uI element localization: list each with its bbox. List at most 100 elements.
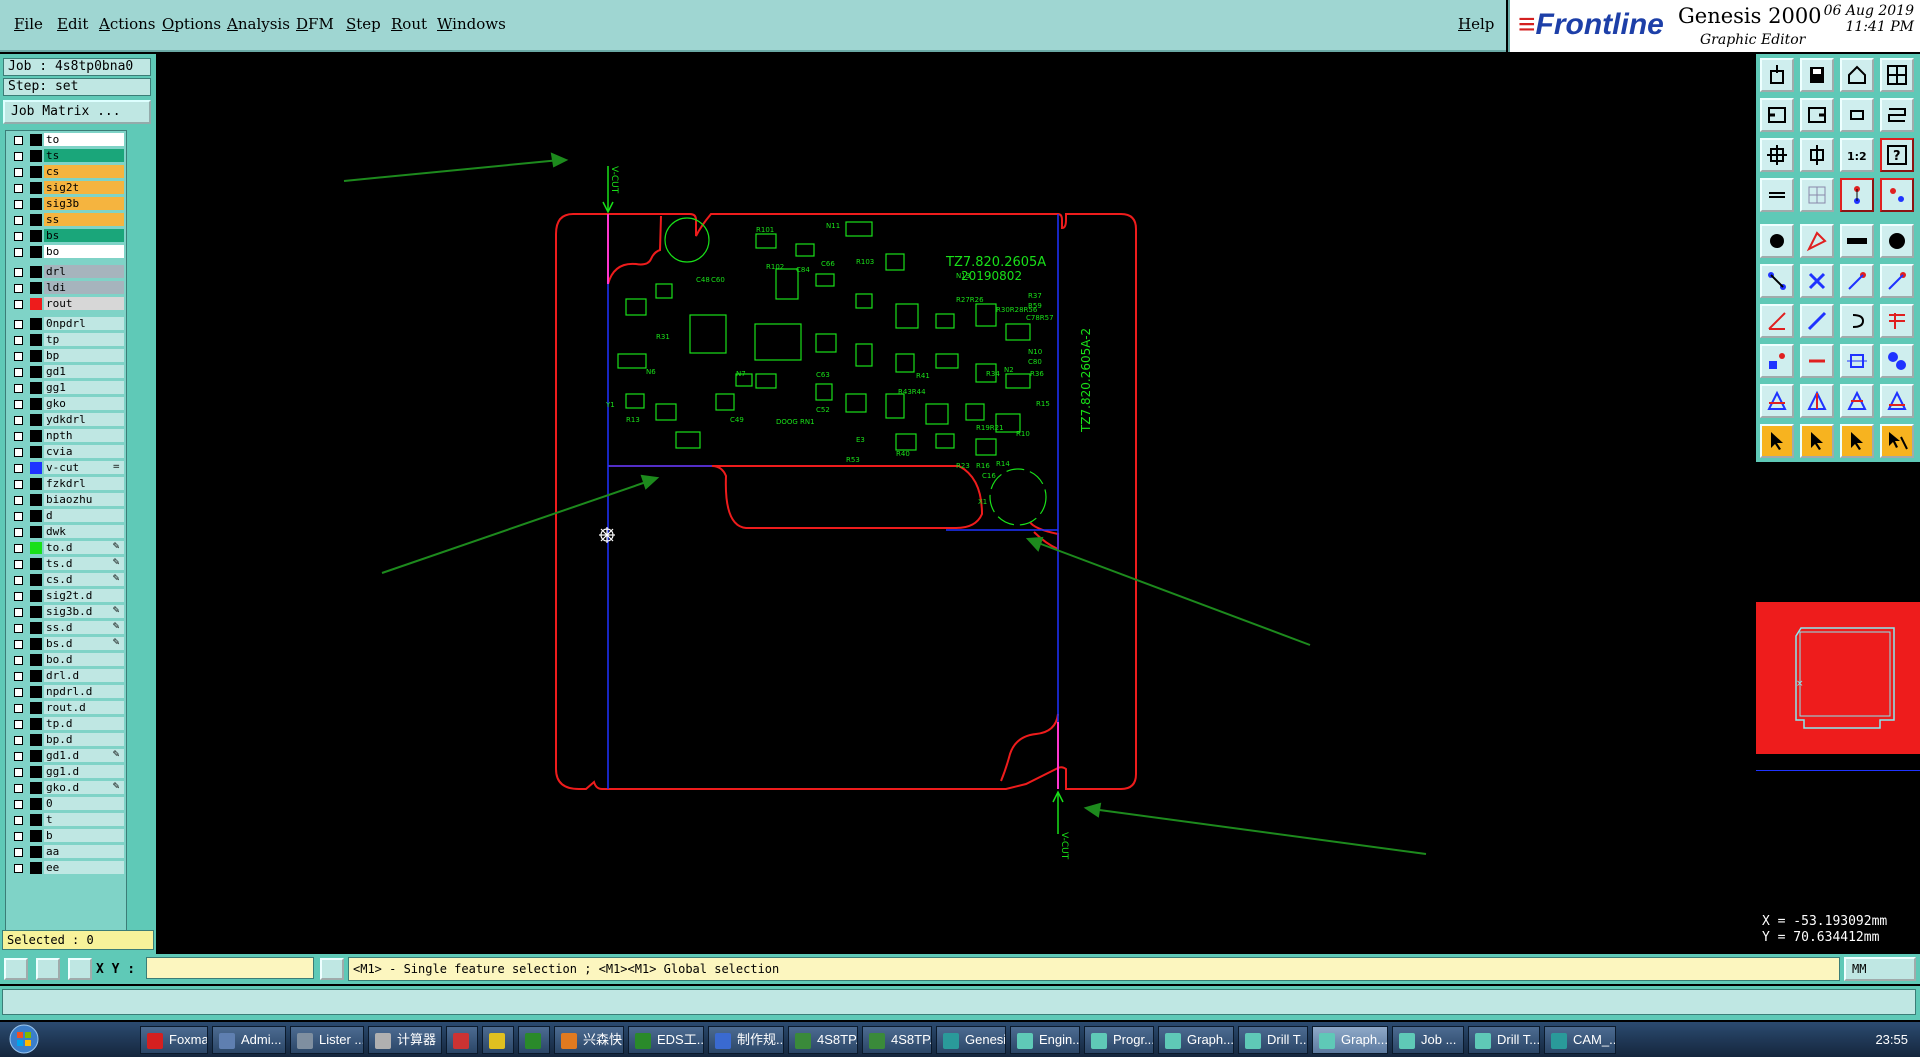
start-button[interactable] bbox=[6, 1022, 42, 1057]
layer-row-tp[interactable]: tp bbox=[8, 333, 124, 347]
layer-color-swatch[interactable] bbox=[30, 750, 42, 762]
layer-row-bs[interactable]: bs bbox=[8, 229, 124, 243]
layer-checkbox[interactable] bbox=[14, 432, 23, 441]
layer-row-rout.d[interactable]: rout.d bbox=[8, 701, 124, 715]
layer-checkbox[interactable] bbox=[14, 320, 23, 329]
layer-color-swatch[interactable] bbox=[30, 830, 42, 842]
layer-checkbox[interactable] bbox=[14, 576, 23, 585]
layer-checkbox[interactable] bbox=[14, 736, 23, 745]
mirror-icon[interactable] bbox=[1760, 304, 1794, 338]
layer-row-to[interactable]: to bbox=[8, 133, 124, 147]
layer-row-bo.d[interactable]: bo.d bbox=[8, 653, 124, 667]
layer-color-swatch[interactable] bbox=[30, 430, 42, 442]
layer-color-swatch[interactable] bbox=[30, 574, 42, 586]
layer-row-bs.d[interactable]: bs.d ✎ bbox=[8, 637, 124, 651]
menu-options[interactable]: Options bbox=[162, 15, 221, 33]
taskbar-item[interactable] bbox=[446, 1026, 478, 1054]
layer-color-swatch[interactable] bbox=[30, 670, 42, 682]
layer-checkbox[interactable] bbox=[14, 544, 23, 553]
layer-color-swatch[interactable] bbox=[30, 318, 42, 330]
layer-color-swatch[interactable] bbox=[30, 350, 42, 362]
layer-color-swatch[interactable] bbox=[30, 782, 42, 794]
layer-checkbox[interactable] bbox=[14, 800, 23, 809]
taskbar-item[interactable]: Lister ... bbox=[290, 1026, 364, 1054]
select-pointer-icon[interactable] bbox=[1760, 424, 1794, 458]
job-matrix-button[interactable]: Job Matrix ... bbox=[3, 100, 151, 124]
layer-checkbox[interactable] bbox=[14, 232, 23, 241]
pad-icon[interactable] bbox=[1760, 224, 1794, 258]
layer-color-swatch[interactable] bbox=[30, 590, 42, 602]
taskbar-item[interactable]: 兴森快... bbox=[554, 1026, 624, 1054]
layer-color-swatch[interactable] bbox=[30, 366, 42, 378]
overview-navigator[interactable]: × bbox=[1756, 602, 1920, 754]
layer-row-npth[interactable]: npth bbox=[8, 429, 124, 443]
layer-row-cs[interactable]: cs bbox=[8, 165, 124, 179]
layer-row-gg1.d[interactable]: gg1.d bbox=[8, 765, 124, 779]
layer-checkbox[interactable] bbox=[14, 656, 23, 665]
select-filter-icon[interactable] bbox=[1880, 424, 1914, 458]
layer-color-swatch[interactable] bbox=[30, 862, 42, 874]
select-net-icon[interactable] bbox=[1840, 424, 1874, 458]
layer-row-sig3b.d[interactable]: sig3b.d ✎ bbox=[8, 605, 124, 619]
taskbar-item[interactable]: EDS工... bbox=[628, 1026, 704, 1054]
menu-help[interactable]: Help bbox=[1458, 15, 1494, 33]
layer-color-swatch[interactable] bbox=[30, 510, 42, 522]
surface-icon[interactable] bbox=[1800, 224, 1834, 258]
layer-checkbox[interactable] bbox=[14, 384, 23, 393]
load-icon[interactable] bbox=[1760, 58, 1794, 92]
taskbar-item[interactable]: 4S8TP... bbox=[862, 1026, 932, 1054]
layer-row-aa[interactable]: aa bbox=[8, 845, 124, 859]
layer-color-swatch[interactable] bbox=[30, 266, 42, 278]
layer-color-swatch[interactable] bbox=[30, 214, 42, 226]
taskbar-item[interactable]: 制作规... bbox=[708, 1026, 784, 1054]
layer-checkbox[interactable] bbox=[14, 512, 23, 521]
layer-checkbox[interactable] bbox=[14, 284, 23, 293]
taskbar-item[interactable]: Job ... bbox=[1392, 1026, 1464, 1054]
fillet-icon[interactable] bbox=[1880, 304, 1914, 338]
layer-checkbox[interactable] bbox=[14, 720, 23, 729]
layer-checkbox[interactable] bbox=[14, 336, 23, 345]
layer-checkbox[interactable] bbox=[14, 752, 23, 761]
layer-row-ydkdrl[interactable]: ydkdrl bbox=[8, 413, 124, 427]
layer-color-swatch[interactable] bbox=[30, 798, 42, 810]
layer-color-swatch[interactable] bbox=[30, 398, 42, 410]
layer-row-0[interactable]: 0 bbox=[8, 797, 124, 811]
layer-checkbox[interactable] bbox=[14, 832, 23, 841]
layer-color-swatch[interactable] bbox=[30, 606, 42, 618]
layer-row-to.d[interactable]: to.d ✎ bbox=[8, 541, 124, 555]
taskbar-item[interactable] bbox=[482, 1026, 514, 1054]
layer-checkbox[interactable] bbox=[14, 216, 23, 225]
rotate-icon[interactable] bbox=[1880, 264, 1914, 298]
layer-color-swatch[interactable] bbox=[30, 150, 42, 162]
redo-icon[interactable] bbox=[1880, 98, 1914, 132]
layer-checkbox[interactable] bbox=[14, 248, 23, 257]
layer-color-swatch[interactable] bbox=[30, 230, 42, 242]
layer-row-d[interactable]: d bbox=[8, 509, 124, 523]
layer-checkbox[interactable] bbox=[14, 816, 23, 825]
menu-dfm[interactable]: DFM bbox=[296, 15, 334, 33]
layer-color-swatch[interactable] bbox=[30, 766, 42, 778]
layer-row-0npdrl[interactable]: 0npdrl bbox=[8, 317, 124, 331]
home-icon[interactable] bbox=[1840, 58, 1874, 92]
layer-color-swatch[interactable] bbox=[30, 282, 42, 294]
layer-row-b[interactable]: b bbox=[8, 829, 124, 843]
layer-color-swatch[interactable] bbox=[30, 558, 42, 570]
taskbar-item[interactable]: CAM_... bbox=[1544, 1026, 1616, 1054]
layer-row-sig3b[interactable]: sig3b bbox=[8, 197, 124, 211]
menu-analysis[interactable]: Analysis bbox=[227, 15, 290, 33]
layer-row-biaozhu[interactable]: biaozhu bbox=[8, 493, 124, 507]
taskbar-item[interactable]: Engin... bbox=[1010, 1026, 1080, 1054]
layer-checkbox[interactable] bbox=[14, 640, 23, 649]
menu-actions[interactable]: Actions bbox=[99, 15, 155, 33]
xy-input[interactable] bbox=[146, 957, 314, 979]
layer-row-drl.d[interactable]: drl.d bbox=[8, 669, 124, 683]
menu-edit[interactable]: Edit bbox=[57, 15, 88, 33]
menu-windows[interactable]: Windows bbox=[437, 15, 506, 33]
layer-color-swatch[interactable] bbox=[30, 134, 42, 146]
snap2-icon[interactable] bbox=[1880, 178, 1914, 212]
taskbar-item[interactable]: 计算器 bbox=[368, 1026, 442, 1054]
layer-checkbox[interactable] bbox=[14, 848, 23, 857]
graphic-canvas[interactable]: V-CUT V-CUT R101 N11R103 R102 C84C66 C48… bbox=[156, 54, 1756, 954]
layer-checkbox[interactable] bbox=[14, 152, 23, 161]
layer-checkbox[interactable] bbox=[14, 448, 23, 457]
